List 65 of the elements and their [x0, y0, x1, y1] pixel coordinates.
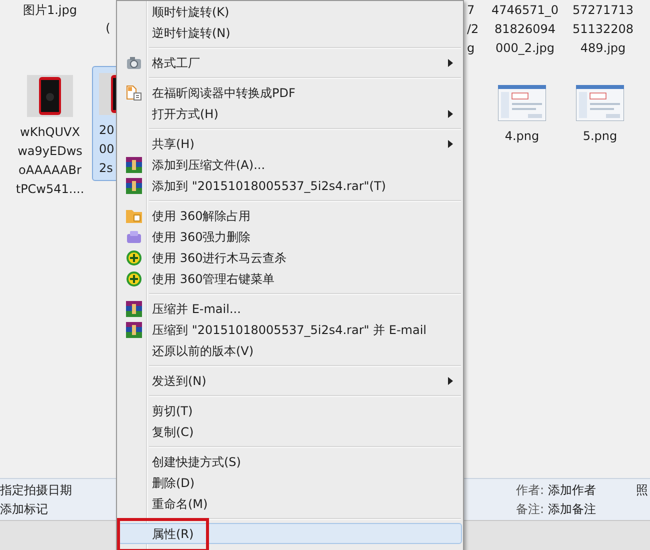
file-name: 81826094 — [494, 21, 556, 38]
file-item[interactable]: 7 /2 g — [464, 0, 478, 61]
file-name: 4746571_0 — [491, 2, 559, 19]
file-name: oAAAAABr — [18, 162, 82, 179]
file-name: 489.jpg — [580, 40, 626, 57]
menu-item[interactable]: 剪切(T) — [118, 400, 462, 421]
file-name: 4.png — [504, 128, 540, 145]
detail-link[interactable]: 指定拍摄日期 — [0, 480, 72, 500]
file-item[interactable]: wKhQUVX wa9yEDws oAAAAABr tPCw541.... — [14, 68, 86, 202]
menu-item[interactable]: 发送到(N) — [118, 370, 462, 391]
camera-icon — [126, 56, 142, 70]
submenu-arrow-icon — [448, 140, 453, 148]
eraser-icon — [126, 230, 142, 244]
detail-link[interactable]: 添加标记 — [0, 500, 72, 518]
menu-item[interactable]: 顺时针旋转(K) — [118, 1, 462, 22]
file-name: 20 — [99, 122, 114, 139]
menu-item[interactable]: 压缩到 "20151018005537_5i2s4.rar" 并 E-mail — [118, 319, 462, 340]
books-icon — [126, 322, 142, 338]
submenu-arrow-icon — [448, 58, 453, 66]
menu-item[interactable]: 创建快捷方式(S) — [118, 451, 462, 472]
detail-label: 作者: — [516, 482, 544, 498]
file-name: wa9yEDws — [18, 143, 82, 160]
menu-item[interactable]: 逆时针旋转(N) — [118, 22, 462, 43]
file-name: 57271713 — [572, 2, 634, 19]
plus-circle-icon — [126, 270, 142, 286]
file-item[interactable]: 5.png — [564, 72, 636, 149]
menu-item[interactable]: 使用 360进行木马云查杀 — [118, 247, 462, 268]
file-name: ( — [106, 20, 110, 37]
menu-item[interactable]: 压缩并 E-mail... — [118, 298, 462, 319]
plus-circle-icon — [126, 250, 142, 266]
file-item[interactable]: 57271713 51132208 489.jpg — [566, 0, 640, 61]
detail-label: 备注: — [516, 500, 544, 518]
file-name: 7 — [467, 2, 475, 19]
file-item[interactable]: 4.png — [486, 72, 558, 149]
menu-item[interactable]: 使用 360解除占用 — [118, 205, 462, 226]
folder-icon — [126, 208, 142, 223]
menu-item[interactable]: 复制(C) — [118, 421, 462, 442]
document-icon — [126, 84, 142, 100]
submenu-arrow-icon — [448, 376, 453, 384]
menu-item[interactable]: 删除(D) — [118, 472, 462, 493]
file-item[interactable]: 4746571_0 81826094 000_2.jpg — [486, 0, 564, 61]
detail-link[interactable]: 添加作者 — [548, 480, 596, 500]
menu-item[interactable]: 还原以前的版本(V) — [118, 340, 462, 361]
file-name: g — [467, 40, 475, 57]
detail-label: 照 — [636, 482, 648, 498]
books-icon — [126, 300, 142, 316]
file-item[interactable]: ( — [100, 18, 116, 41]
file-name: /2 — [467, 21, 479, 38]
file-name: 000_2.jpg — [496, 40, 554, 57]
file-name: tPCw541.... — [16, 181, 84, 198]
file-name: 51132208 — [572, 21, 634, 38]
file-name: 00 — [99, 141, 114, 158]
menu-item[interactable]: 重命名(M) — [118, 493, 462, 514]
file-item[interactable]: 图片1.jpg — [14, 0, 86, 23]
file-name: 图片1.jpg — [22, 2, 78, 19]
menu-item[interactable]: 使用 360管理右键菜单 — [118, 268, 462, 289]
file-name: 2s — [99, 160, 113, 177]
menu-item[interactable]: 属性(R) — [118, 523, 462, 544]
file-name: 5.png — [582, 128, 618, 145]
menu-item[interactable]: 使用 360强力删除 — [118, 226, 462, 247]
file-name: wKhQUVX — [20, 124, 80, 141]
detail-link[interactable]: 添加备注 — [548, 500, 596, 518]
books-icon — [126, 178, 142, 194]
books-icon — [126, 156, 142, 172]
submenu-arrow-icon — [448, 110, 453, 118]
